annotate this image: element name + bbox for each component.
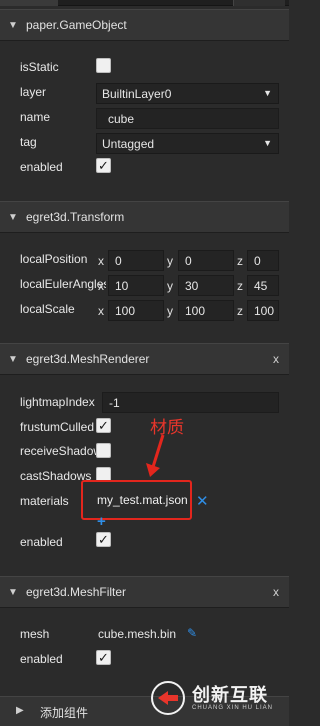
enabled-checkbox[interactable]: ✓ (96, 532, 111, 547)
local-position-x-input[interactable]: 0 (108, 250, 164, 271)
section-header-transform[interactable]: ▼ egret3d.Transform (0, 201, 289, 233)
section-header-meshrenderer[interactable]: ▼ egret3d.MeshRenderer x (0, 343, 289, 375)
tag-label: tag (20, 135, 37, 149)
value: 30 (185, 278, 199, 293)
receive-shadows-label: receiveShadows (20, 444, 96, 458)
value: 100 (115, 303, 136, 318)
add-material-icon[interactable]: + (97, 513, 106, 530)
section-title: egret3d.MeshRenderer (26, 352, 150, 366)
value: 0 (115, 253, 122, 268)
expand-chevron-icon: ▶ (16, 705, 24, 716)
value: 10 (115, 278, 129, 293)
value: -1 (109, 395, 120, 410)
watermark-logo: 创新互联 CHUANG XIN HU LIAN (150, 680, 273, 716)
axis-y-label: y (167, 279, 173, 293)
section-title: paper.GameObject (26, 18, 127, 32)
edit-pencil-icon[interactable]: ✎ (187, 626, 197, 640)
lightmap-index-label: lightmapIndex (20, 395, 95, 409)
enabled-label: enabled (20, 652, 63, 666)
collapse-chevron-icon[interactable]: ▼ (0, 212, 26, 223)
value: 100 (185, 303, 206, 318)
checkmark-icon: ✓ (98, 532, 109, 547)
enabled-checkbox[interactable]: ✓ (96, 650, 111, 665)
value: 0 (185, 253, 192, 268)
secondary-tab[interactable] (233, 0, 285, 6)
isstatic-checkbox[interactable] (96, 58, 111, 73)
top-tab-bar (0, 0, 289, 6)
remove-component-icon[interactable]: x (273, 352, 279, 366)
checkmark-icon: ✓ (98, 158, 109, 173)
name-label: name (20, 110, 51, 124)
section-header-meshfilter[interactable]: ▼ egret3d.MeshFilter x (0, 576, 289, 608)
local-scale-z-input[interactable]: 100 (247, 300, 279, 321)
axis-x-label: x (98, 304, 104, 318)
materials-label: materials (20, 494, 69, 508)
collapse-chevron-icon[interactable]: ▼ (0, 20, 26, 31)
isstatic-label: isStatic (20, 60, 59, 74)
layer-label: layer (20, 85, 47, 99)
local-position-z-input[interactable]: 0 (247, 250, 279, 271)
enabled-checkbox[interactable]: ✓ (96, 158, 111, 173)
collapse-chevron-icon[interactable]: ▼ (0, 587, 26, 598)
axis-x-label: x (98, 279, 104, 293)
layer-select-value: BuiltinLayer0 (102, 86, 172, 101)
value: 45 (254, 278, 268, 293)
local-position-label: localPosition (20, 252, 88, 266)
axis-x-label: x (98, 254, 104, 268)
annotation-arrow-icon (146, 434, 165, 477)
remove-material-icon[interactable]: ✕ (196, 492, 209, 510)
local-euler-angles-label: localEulerAngles (20, 277, 106, 291)
checkmark-icon: ✓ (98, 650, 109, 665)
local-scale-y-input[interactable]: 100 (178, 300, 234, 321)
local-scale-x-input[interactable]: 100 (108, 300, 164, 321)
section-title: egret3d.Transform (26, 210, 125, 224)
local-position-y-input[interactable]: 0 (178, 250, 234, 271)
axis-y-label: y (167, 254, 173, 268)
value: 100 (254, 303, 275, 318)
receive-shadows-checkbox[interactable] (96, 443, 111, 458)
axis-z-label: z (237, 304, 243, 318)
dropdown-caret-icon: ▼ (263, 138, 272, 148)
local-euler-y-input[interactable]: 30 (178, 275, 234, 296)
axis-z-label: z (237, 279, 243, 293)
dropdown-caret-icon: ▼ (263, 88, 272, 98)
local-euler-z-input[interactable]: 45 (247, 275, 279, 296)
section-title: egret3d.MeshFilter (26, 585, 127, 599)
frustum-culled-checkbox[interactable]: ✓ (96, 418, 111, 433)
brand-logo-icon (151, 681, 185, 715)
tag-select[interactable]: Untagged ▼ (96, 133, 279, 154)
tag-select-value: Untagged (102, 136, 155, 151)
watermark-text: 创新互联 (192, 685, 268, 705)
enabled-label: enabled (20, 535, 63, 549)
axis-z-label: z (237, 254, 243, 268)
inspector-tab[interactable] (0, 0, 58, 6)
mesh-value[interactable]: cube.mesh.bin (98, 627, 176, 641)
name-input[interactable]: cube (96, 108, 279, 129)
local-scale-label: localScale (20, 302, 75, 316)
remove-component-icon[interactable]: x (273, 585, 279, 599)
value: 0 (254, 253, 261, 268)
collapse-chevron-icon[interactable]: ▼ (0, 354, 26, 365)
enabled-label: enabled (20, 160, 63, 174)
mesh-label: mesh (20, 627, 50, 641)
layer-select[interactable]: BuiltinLayer0 ▼ (96, 83, 279, 104)
add-component-label: 添加组件 (40, 706, 89, 720)
frustum-culled-label: frustumCulled (20, 420, 95, 434)
checkmark-icon: ✓ (98, 418, 109, 433)
watermark-subtext: CHUANG XIN HU LIAN (192, 705, 274, 711)
section-header-gameobject[interactable]: ▼ paper.GameObject (0, 9, 289, 41)
axis-y-label: y (167, 304, 173, 318)
local-euler-x-input[interactable]: 10 (108, 275, 164, 296)
material-item[interactable]: my_test.mat.json (97, 493, 188, 507)
name-input-value: cube (108, 111, 135, 126)
lightmap-index-input[interactable]: -1 (102, 392, 279, 413)
